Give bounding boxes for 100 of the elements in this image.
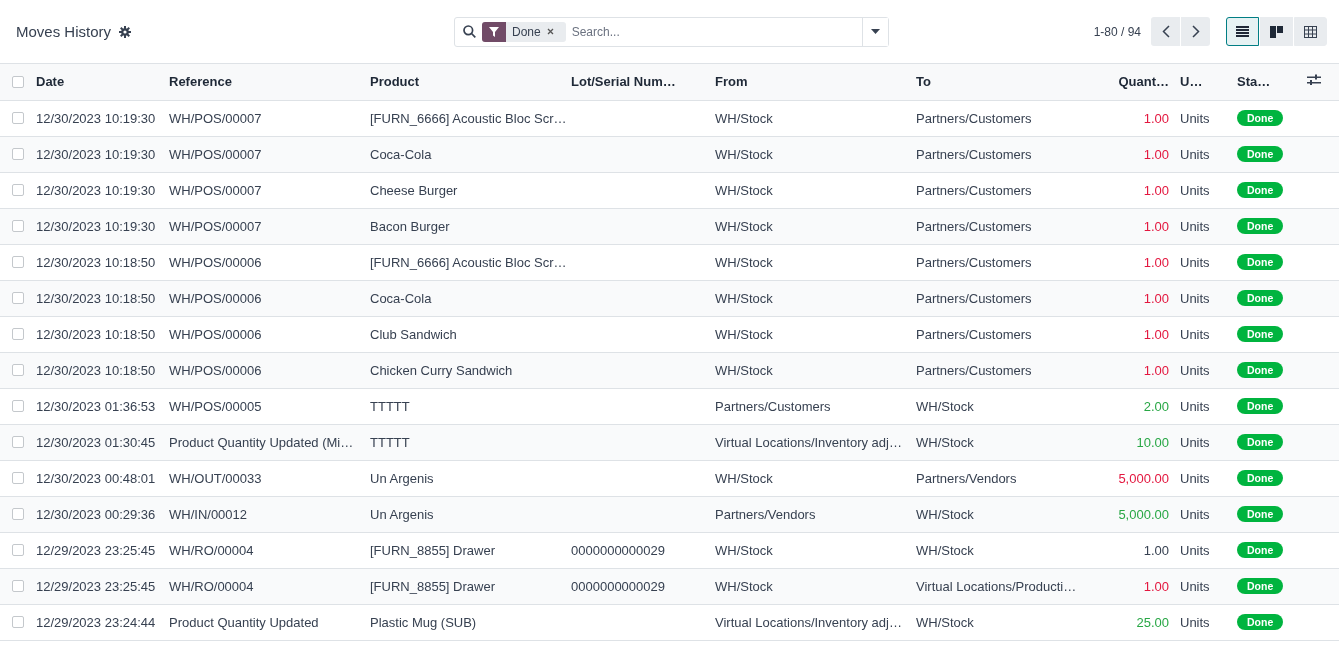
reference-cell: WH/POS/00007: [165, 208, 366, 244]
list-view-icon: [1236, 26, 1249, 37]
pivot-view-button[interactable]: [1294, 17, 1327, 46]
product-cell: Chicken Curry Sandwich: [366, 352, 567, 388]
kanban-view-button[interactable]: [1260, 17, 1293, 46]
reference-cell: WH/RO/00004: [165, 568, 366, 604]
quantity-cell: 5,000.00: [1102, 496, 1175, 532]
to-cell: WH/Stock: [912, 496, 1102, 532]
column-header[interactable]: Reference: [165, 64, 366, 100]
row-checkbox[interactable]: [12, 472, 24, 484]
product-cell: Club Sandwich: [366, 316, 567, 352]
column-header[interactable]: Product: [366, 64, 567, 100]
filter-icon: [489, 26, 499, 37]
status-badge: Done: [1237, 254, 1284, 270]
previous-page-button[interactable]: [1151, 17, 1180, 46]
sliders-icon[interactable]: [1307, 74, 1321, 87]
row-checkbox[interactable]: [12, 112, 24, 124]
quantity-cell: 2.00: [1102, 388, 1175, 424]
from-cell: Virtual Locations/Inventory adj…: [711, 424, 912, 460]
next-page-button[interactable]: [1181, 17, 1210, 46]
column-header[interactable]: U…: [1175, 64, 1233, 100]
date-cell: 12/30/2023 01:30:45: [32, 424, 165, 460]
quantity-cell: 1.00: [1102, 568, 1175, 604]
row-checkbox[interactable]: [12, 400, 24, 412]
row-checkbox[interactable]: [12, 148, 24, 160]
product-cell: Un Argenis: [366, 460, 567, 496]
to-cell: WH/Stock: [912, 424, 1102, 460]
reference-cell: WH/POS/00006: [165, 352, 366, 388]
row-checkbox[interactable]: [12, 256, 24, 268]
search-field[interactable]: Done Search...: [454, 16, 889, 47]
unit-cell: Units: [1175, 568, 1233, 604]
row-checkbox[interactable]: [12, 580, 24, 592]
column-header[interactable]: From: [711, 64, 912, 100]
status-badge: Done: [1237, 290, 1284, 306]
row-checkbox[interactable]: [12, 328, 24, 340]
to-cell: Virtual Locations/Producti…: [912, 568, 1102, 604]
row-checkbox[interactable]: [12, 364, 24, 376]
search-options-button[interactable]: [862, 17, 888, 46]
reference-cell: WH/RO/00004: [165, 532, 366, 568]
column-header[interactable]: Quant…: [1102, 64, 1175, 100]
reference-cell: Product Quantity Updated (Mi…: [165, 424, 366, 460]
unit-cell: Units: [1175, 316, 1233, 352]
row-checkbox[interactable]: [12, 184, 24, 196]
pager-count: 1-80 / 94: [1093, 24, 1141, 39]
row-checkbox[interactable]: [12, 544, 24, 556]
quantity-cell: 25.00: [1102, 604, 1175, 640]
from-cell: WH/Stock: [711, 136, 912, 172]
to-cell: Partners/Customers: [912, 136, 1102, 172]
unit-cell: Units: [1175, 388, 1233, 424]
quantity-cell: 1.00: [1102, 208, 1175, 244]
from-cell: WH/Stock: [711, 280, 912, 316]
to-cell: Partners/Customers: [912, 100, 1102, 136]
chevron-left-icon: [1161, 25, 1170, 38]
from-cell: WH/Stock: [711, 100, 912, 136]
to-cell: Partners/Customers: [912, 352, 1102, 388]
row-checkbox[interactable]: [12, 436, 24, 448]
list-view-button[interactable]: [1226, 17, 1259, 46]
quantity-cell: 1.00: [1102, 532, 1175, 568]
lot-cell: 0000000000029: [567, 532, 711, 568]
product-cell: Coca-Cola: [366, 136, 567, 172]
row-checkbox[interactable]: [12, 616, 24, 628]
column-header[interactable]: Lot/Serial Num…: [567, 64, 711, 100]
quantity-cell: 1.00: [1102, 136, 1175, 172]
column-header[interactable]: Date: [32, 64, 165, 100]
column-header[interactable]: Sta…: [1233, 64, 1303, 100]
to-cell: Partners/Customers: [912, 208, 1102, 244]
row-checkbox[interactable]: [12, 292, 24, 304]
unit-cell: Units: [1175, 100, 1233, 136]
status-badge: Done: [1237, 578, 1284, 594]
to-cell: WH/Stock: [912, 532, 1102, 568]
unit-cell: Units: [1175, 172, 1233, 208]
page-title: Moves History: [16, 23, 112, 40]
grid-view-icon: [1304, 25, 1317, 38]
date-cell: 12/30/2023 00:48:01: [32, 460, 165, 496]
unit-cell: Units: [1175, 244, 1233, 280]
unit-cell: Units: [1175, 136, 1233, 172]
quantity-cell: 1.00: [1102, 352, 1175, 388]
column-header[interactable]: To: [912, 64, 1102, 100]
to-cell: WH/Stock: [912, 604, 1102, 640]
from-cell: WH/Stock: [711, 316, 912, 352]
date-cell: 12/29/2023 23:24:44: [32, 604, 165, 640]
date-cell: 12/30/2023 10:18:50: [32, 280, 165, 316]
status-badge: Done: [1237, 182, 1284, 198]
row-checkbox[interactable]: [12, 220, 24, 232]
to-cell: Partners/Customers: [912, 280, 1102, 316]
to-cell: Partners/Customers: [912, 316, 1102, 352]
status-badge: Done: [1237, 326, 1284, 342]
select-all-checkbox[interactable]: [12, 75, 24, 88]
settings-icon[interactable]: [119, 25, 132, 38]
search-icon: [463, 25, 476, 38]
reference-cell: WH/POS/00005: [165, 388, 366, 424]
from-cell: WH/Stock: [711, 352, 912, 388]
date-cell: 12/30/2023 00:29:36: [32, 496, 165, 532]
to-cell: Partners/Vendors: [912, 460, 1102, 496]
filter-facet[interactable]: Done: [482, 21, 566, 42]
quantity-cell: 1.00: [1102, 244, 1175, 280]
row-checkbox[interactable]: [12, 508, 24, 520]
date-cell: 12/30/2023 01:36:53: [32, 388, 165, 424]
date-cell: 12/30/2023 10:19:30: [32, 136, 165, 172]
status-badge: Done: [1237, 542, 1284, 558]
